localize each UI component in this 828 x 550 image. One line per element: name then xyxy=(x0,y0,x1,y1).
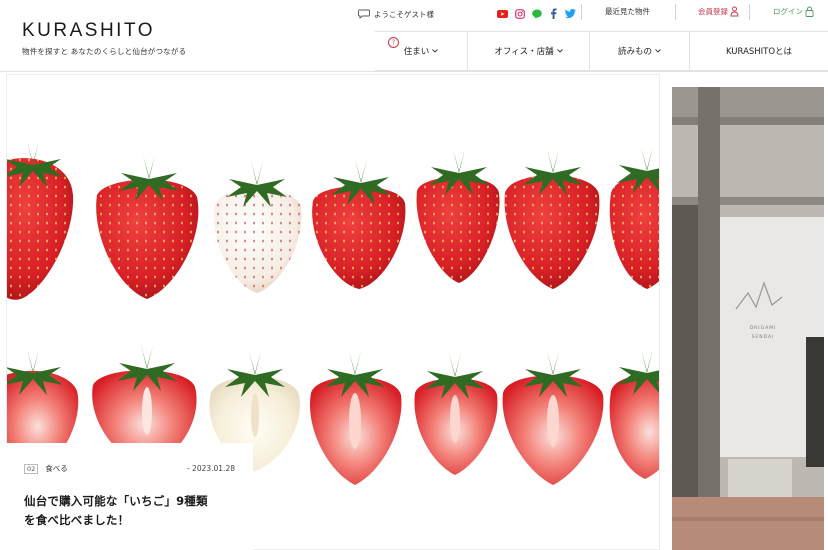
article-title-line: 仙台で購入可能な「いちご」9種類 xyxy=(24,494,208,508)
sign-line: SENDAI xyxy=(751,335,775,340)
chevron-down-icon xyxy=(655,49,661,53)
site-logo[interactable]: KURASHITO xyxy=(22,20,155,42)
sign-line: ORIGAMI xyxy=(749,326,777,331)
article-title[interactable]: 仙台で購入可能な「いちご」9種類 を食べ比べました！ xyxy=(24,492,235,530)
article-category[interactable]: 食べる xyxy=(45,463,68,474)
nav-label: 読みもの xyxy=(617,47,652,57)
nav-label: オフィス・店舗 xyxy=(494,47,554,57)
nav-label: KURASHITOとは xyxy=(725,47,793,57)
social-links xyxy=(497,8,576,19)
article-meta: 02 食べる - 2023.01.28 xyxy=(24,463,235,474)
login-link[interactable]: ログイン xyxy=(773,0,814,22)
nav-label: 住まい xyxy=(403,47,430,57)
recent-properties-link[interactable]: 最近見た物件 xyxy=(605,0,650,22)
site-tagline: 物件を探すと あなたのくらしと仙台がつながる xyxy=(22,47,187,56)
login-label: ログイン xyxy=(773,6,803,16)
side-photo-sign: ORIGAMI SENDAI xyxy=(738,324,788,342)
article-number: 02 xyxy=(24,463,39,474)
facebook-icon[interactable] xyxy=(548,8,559,19)
nav-item-housing[interactable]: ? 住まい xyxy=(375,32,467,70)
whole-strawberries xyxy=(7,141,659,300)
nav-item-office-shop[interactable]: オフィス・店舗 xyxy=(467,32,589,70)
storefront-photo xyxy=(672,87,824,550)
signup-label: 会員登録 xyxy=(698,6,728,16)
instagram-icon[interactable] xyxy=(514,8,525,19)
side-feature-photo[interactable] xyxy=(672,87,824,550)
lock-icon xyxy=(805,6,814,17)
nav-item-about[interactable]: KURASHITOとは xyxy=(689,32,828,70)
main-navigation: ? 住まい オフィス・店舗 読みもの KURASHITOとは xyxy=(375,31,828,71)
signup-link[interactable]: 会員登録 xyxy=(698,0,739,22)
twitter-icon[interactable] xyxy=(565,8,576,19)
guest-greeting: ようこそゲスト様 xyxy=(358,5,434,23)
youtube-icon[interactable] xyxy=(497,8,508,19)
greeting-text: ようこそゲスト様 xyxy=(374,9,434,19)
chat-icon xyxy=(358,9,370,19)
chevron-down-icon xyxy=(432,49,439,53)
question-icon: ? xyxy=(388,37,399,48)
nav-item-reading[interactable]: 読みもの xyxy=(589,32,689,70)
user-plus-icon xyxy=(730,6,739,16)
article-date: - 2023.01.28 xyxy=(186,464,235,473)
line-icon[interactable] xyxy=(531,8,542,19)
chevron-down-icon xyxy=(556,49,563,53)
article-title-line: を食べ比べました！ xyxy=(24,513,130,527)
article-caption-card[interactable]: 02 食べる - 2023.01.28 仙台で購入可能な「いちご」9種類 を食べ… xyxy=(6,443,253,550)
